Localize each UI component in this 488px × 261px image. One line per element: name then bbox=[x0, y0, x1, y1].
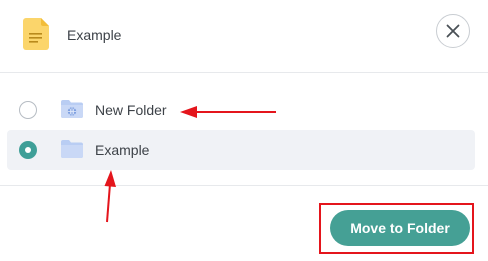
close-icon bbox=[446, 24, 460, 38]
close-button[interactable] bbox=[436, 14, 470, 48]
radio-new-folder[interactable] bbox=[19, 101, 37, 119]
document-icon bbox=[23, 18, 49, 50]
folder-label: New Folder bbox=[95, 102, 167, 118]
move-to-folder-button[interactable]: Move to Folder bbox=[330, 210, 470, 246]
footer-divider bbox=[0, 185, 488, 186]
annotation-arrow-example bbox=[104, 170, 116, 223]
folder-label: Example bbox=[95, 142, 150, 158]
folder-icon bbox=[60, 139, 84, 159]
radio-example[interactable] bbox=[19, 141, 37, 159]
dialog-title: Example bbox=[67, 27, 122, 43]
shared-folder-icon bbox=[60, 99, 84, 119]
folder-row-example[interactable]: Example bbox=[7, 130, 475, 170]
dialog-header: Example bbox=[0, 0, 488, 73]
folder-row-new-folder[interactable]: New Folder bbox=[7, 90, 475, 130]
